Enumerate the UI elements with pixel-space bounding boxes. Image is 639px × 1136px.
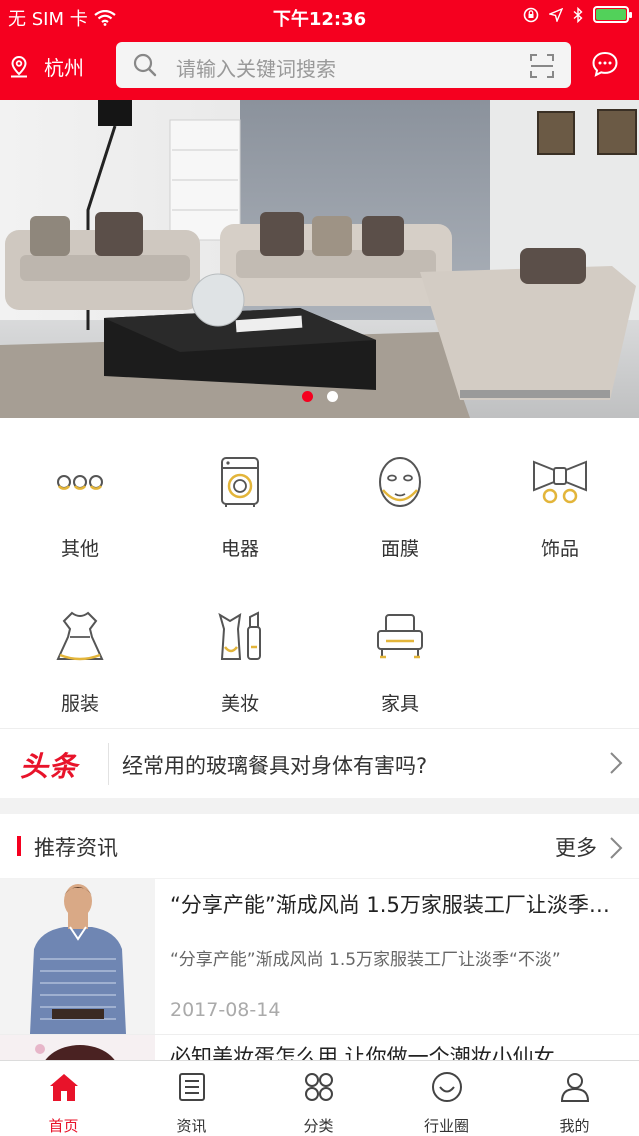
news-thumbnail [0,1035,155,1060]
location-selector[interactable]: 杭州 [8,52,84,81]
bottom-tab-bar: 首页 资讯 分类 行业圈 我的 [0,1060,639,1136]
headline-text: 经常用的玻璃餐具对身体有害吗? [122,754,428,778]
banner-image [0,100,639,418]
location-label: 杭州 [44,56,84,80]
category-label: 其他 [60,538,99,560]
news-item[interactable]: 必知美妆蛋怎么用 让你做一个潮妆小仙女 [0,1034,639,1060]
recommended-header: 推荐资讯 更多 [0,814,639,878]
battery-icon [593,6,632,23]
bow-accessory-icon [533,460,587,504]
carousel-dot-2[interactable] [326,391,338,402]
tab-label: 行业圈 [423,1117,469,1135]
category-label: 饰品 [540,538,579,560]
category-grid: 其他 电器 面膜 饰品 服装 美妆 家具 [0,418,639,728]
news-item[interactable]: “分享产能”渐成风尚 1.5万家服装工厂让淡季“不淡” “分享产能”渐成风尚 1… [0,879,639,1034]
category-label: 面膜 [380,538,419,560]
category-other[interactable]: 其他 [0,418,160,573]
category-icon [305,1073,333,1101]
carousel-dot-1[interactable] [301,391,313,402]
more-link[interactable]: 更多 [555,832,597,862]
news-icon [179,1073,205,1101]
tab-home[interactable]: 首页 [0,1061,127,1136]
news-thumbnail [0,879,155,1034]
status-bar: 无 SIM 卡 下午12:36 [0,0,639,34]
tab-industry-circle[interactable]: 行业圈 [383,1061,510,1136]
category-label: 美妆 [220,693,259,715]
app-screen: 无 SIM 卡 下午12:36 杭州 请输入关键词搜索 其他 电器 面膜 饰品 … [0,0,639,1136]
armchair-icon [377,614,423,659]
category-appliance[interactable]: 电器 [160,418,320,573]
bluetooth-icon [573,6,583,23]
category-facemask[interactable]: 面膜 [320,418,480,573]
location-arrow-icon [549,7,563,22]
news-summary: “分享产能”渐成风尚 1.5万家服装工厂让淡季“不淡” [170,950,561,970]
top-bar: 无 SIM 卡 下午12:36 杭州 请输入关键词搜索 [0,0,639,100]
message-icon[interactable] [591,50,619,78]
category-furniture[interactable]: 家具 [320,573,480,728]
category-clothing[interactable]: 服装 [0,573,160,728]
more-dots-icon [57,475,103,490]
category-label: 电器 [220,538,259,560]
news-date: 2017-08-14 [170,999,281,1021]
search-placeholder: 请输入关键词搜索 [176,57,336,81]
banner-carousel[interactable] [0,100,639,418]
news-title: “分享产能”渐成风尚 1.5万家服装工厂让淡季“不淡” [170,893,615,917]
tab-mine[interactable]: 我的 [511,1061,638,1136]
home-icon [50,1074,78,1101]
divider [108,743,109,785]
section-title: 推荐资讯 [34,836,118,860]
search-bar[interactable]: 请输入关键词搜索 [116,42,571,88]
category-accessory[interactable]: 饰品 [480,418,639,573]
tab-label: 首页 [48,1117,79,1135]
smile-circle-icon [432,1072,462,1102]
tab-category[interactable]: 分类 [255,1061,382,1136]
man-shirt-image [0,879,155,1034]
news-title: 必知美妆蛋怎么用 让你做一个潮妆小仙女 [170,1045,555,1060]
chevron-right-icon [610,752,623,774]
headline-bar[interactable]: 头条 经常用的玻璃餐具对身体有害吗? [0,728,639,798]
tab-label: 资讯 [176,1117,207,1135]
category-label: 服装 [60,693,99,715]
user-icon [560,1073,590,1102]
tab-news[interactable]: 资讯 [128,1061,255,1136]
cosmetics-icon [218,611,261,660]
carousel-indicator [0,391,639,402]
orientation-lock-icon [523,7,539,22]
section-accent-bar [17,836,21,856]
category-label: 家具 [380,693,419,715]
header: 杭州 请输入关键词搜索 [0,34,639,100]
woman-makeup-image [0,1035,155,1060]
washing-machine-icon [221,457,259,507]
headline-tag: 头条 [20,750,79,783]
location-pin-icon [11,55,27,77]
dress-icon [56,611,104,661]
tab-label: 我的 [559,1117,590,1135]
category-cosmetics[interactable]: 美妆 [160,573,320,728]
chevron-right-icon[interactable] [609,836,623,860]
tab-label: 分类 [303,1117,334,1135]
face-mask-icon [379,457,421,507]
search-icon [133,53,157,77]
scan-icon[interactable] [529,53,555,79]
